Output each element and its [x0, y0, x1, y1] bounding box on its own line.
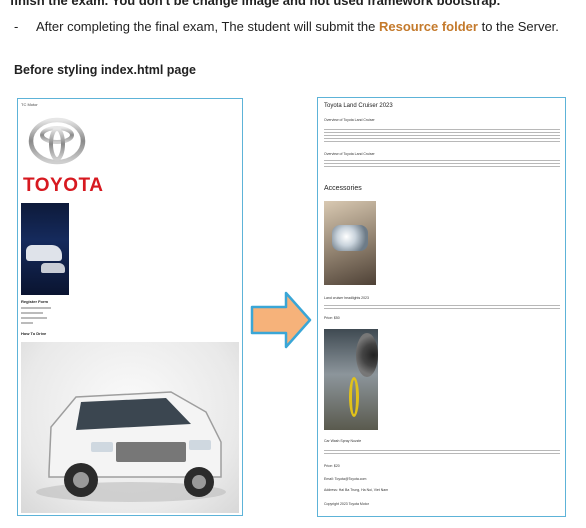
arrow-right-icon: [250, 291, 312, 349]
form-field-line: [21, 312, 43, 314]
headlights-price: Price: $50: [324, 316, 340, 320]
footer-address: Address: Hai Ba Trung, Ha Noi, Viet Nam: [324, 488, 389, 492]
nozzle-price: Price: $20: [324, 464, 340, 468]
bullet-text-after: to the Server.: [477, 19, 559, 34]
headlight-photo: [324, 201, 376, 285]
nozzle-title: Car Wash Spray Nozzle: [324, 439, 362, 443]
how-to-drive-heading: How To Drive: [21, 331, 47, 336]
poster-image: [21, 203, 69, 295]
after-styling-screenshot: Toyota Land Cruiser 2023 Overview of Toy…: [317, 97, 566, 517]
submission-bullet: - After completing the final exam, The st…: [14, 19, 559, 34]
nozzle-description: [324, 450, 560, 456]
toyota-wordmark: TOYOTA: [23, 175, 104, 196]
suv-car-icon: [36, 391, 226, 502]
headlights-description: [324, 305, 560, 311]
bullet-dash: -: [14, 19, 19, 34]
overview-subheading-2: Overview of Toyota Land Cruiser: [324, 152, 375, 156]
spray-nozzle-photo: [324, 329, 378, 430]
left-page-title: TC Motor: [21, 102, 38, 107]
section-title: Before styling index.html page: [14, 63, 196, 77]
wheel-shape: [356, 333, 378, 377]
right-page-heading: Toyota Land Cruiser 2023: [324, 103, 393, 109]
poster-car-shape-small: [41, 263, 65, 273]
poster-car-shape: [26, 245, 62, 261]
accessories-heading: Accessories: [324, 185, 362, 192]
land-cruiser-photo: [21, 342, 239, 513]
overview-subheading-1: Overview of Toyota Land Cruiser: [324, 118, 375, 122]
form-field-line: [21, 317, 47, 319]
toyota-logo-icon: [28, 117, 86, 165]
register-form-heading: Register Form: [21, 299, 49, 304]
bullet-text-before: After completing the final exam, The stu…: [36, 19, 379, 34]
overview-paragraph-1: [324, 129, 560, 143]
resource-folder-highlight: Resource folder: [378, 19, 478, 34]
headlights-title: Land cruiser headlights 2023: [324, 296, 369, 300]
footer-copyright: Copyright 2023 Toyota Motor: [324, 502, 369, 506]
hose-shape: [349, 377, 359, 417]
footer-email: Email: Toyota@Toyota.com: [324, 477, 367, 481]
overview-paragraph-2: [324, 160, 560, 169]
form-field-line: [21, 322, 33, 324]
form-field-line: [21, 307, 51, 309]
cut-off-instruction-line: finish the exam. You don't be change ima…: [10, 0, 501, 8]
before-styling-screenshot: TC Motor TOYOTA Register Form How To Dri…: [17, 98, 243, 516]
headlight-shape: [332, 225, 368, 251]
